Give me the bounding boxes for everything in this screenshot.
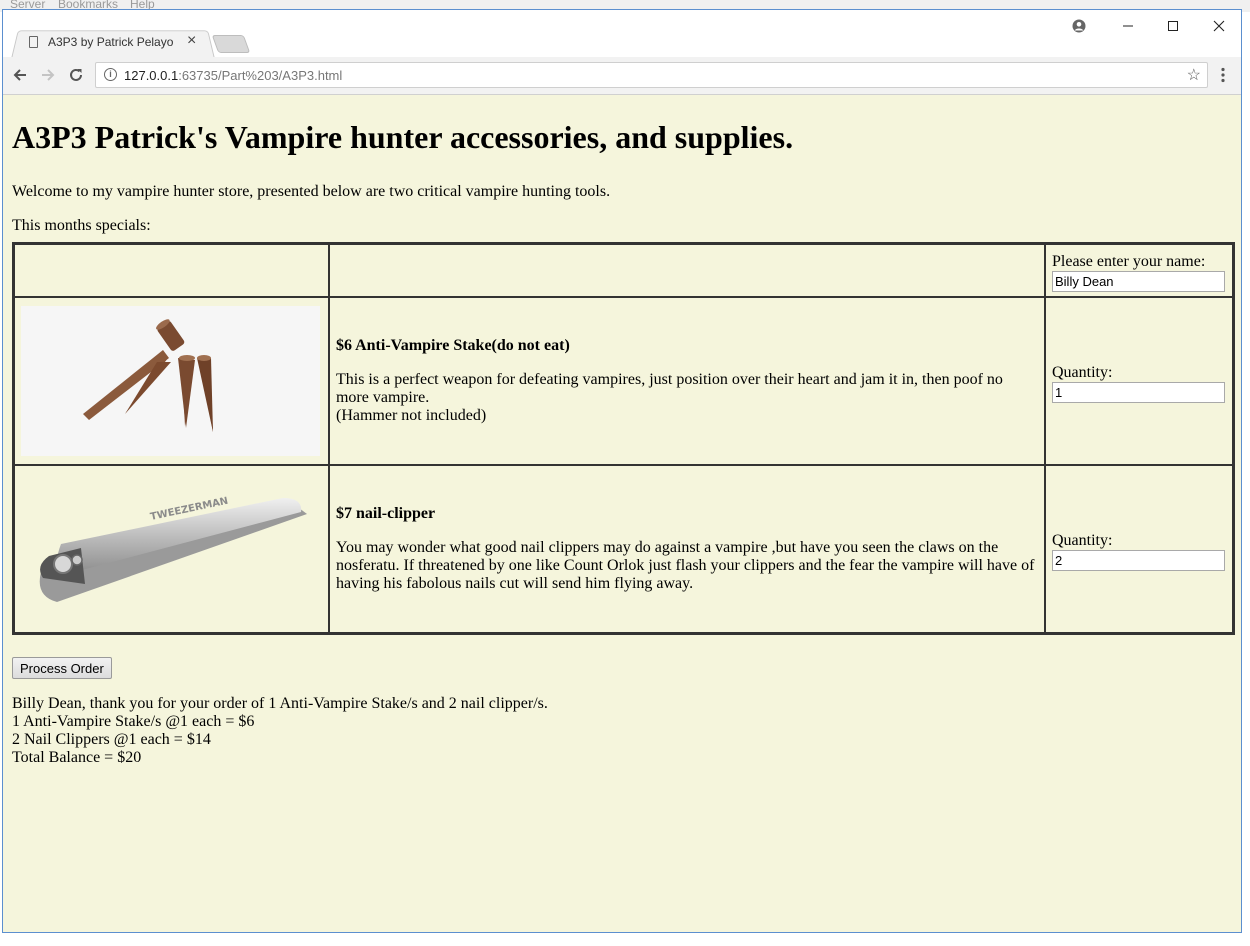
order-table: Please enter your name: Billy Dean $6 An… [12,242,1235,635]
summary-line: 2 Nail Clippers @1 each = $14 [12,731,211,748]
product-description: You may wonder what good nail clippers m… [335,539,1035,592]
product-title: $7 nail-clipper [335,505,436,522]
summary-line: Billy Dean, thank you for your order of … [12,695,548,712]
page-icon [29,36,38,48]
summary-line: Total Balance = $20 [12,749,142,766]
name-label: Please enter your name: [1052,253,1206,270]
close-window-button[interactable] [1199,14,1239,38]
browser-toolbar: i 127.0.0.1:63735/Part%203/A3P3.html ☆ [3,57,1241,95]
profile-icon[interactable] [1059,14,1099,38]
back-button[interactable] [9,64,31,86]
table-row: TWEEZERMAN $7 nail-clipper You may wonde… [14,465,1233,633]
summary-line: 1 Anti-Vampire Stake/s @1 each = $6 [12,713,255,730]
tab-title: A3P3 by Patrick Pelayo [48,35,174,49]
forward-button[interactable] [37,64,59,86]
welcome-text: Welcome to my vampire hunter store, pres… [12,183,611,200]
stake-image [21,306,320,456]
quantity-cell: Quantity: [1045,465,1233,633]
table-cell [328,244,1045,297]
quantity-label: Quantity: [1052,363,1113,381]
reload-button[interactable] [65,64,87,86]
table-row: Please enter your name: [14,244,1233,297]
name-cell: Please enter your name: [1045,244,1233,297]
quantity-label: Quantity: [1052,531,1113,549]
url-text: 127.0.0.1:63735/Part%203/A3P3.html [124,68,343,83]
specials-text: This months specials: [12,217,151,234]
title-bar: A3P3 by Patrick Pelayo × [3,10,1241,59]
process-order-button[interactable]: Process Order [12,657,112,679]
table-row: $6 Anti-Vampire Stake(do not eat) This i… [14,297,1233,465]
product-description: This is a perfect weapon for defeating v… [335,371,1003,424]
quantity-cell: Quantity: [1045,297,1233,465]
clipper-quantity-input[interactable] [1052,549,1225,571]
product-description-cell: $6 Anti-Vampire Stake(do not eat) This i… [328,297,1045,465]
product-image-cell [14,297,329,465]
name-input[interactable] [1052,271,1225,292]
page-viewport: A3P3 Patrick's Vampire hunter accessorie… [3,95,1241,932]
order-summary: Billy Dean, thank you for your order of … [12,695,548,767]
product-description-cell: $7 nail-clipper You may wonder what good… [328,465,1045,633]
stake-quantity-input[interactable] [1052,381,1225,403]
product-title: $6 Anti-Vampire Stake(do not eat) [335,337,570,354]
product-image-cell: TWEEZERMAN [14,465,329,633]
bookmark-star-icon[interactable]: ☆ [1187,65,1201,85]
new-tab-button[interactable] [211,35,251,53]
table-cell [14,244,329,297]
nail-clipper-image: TWEEZERMAN [21,474,320,624]
address-bar[interactable]: i 127.0.0.1:63735/Part%203/A3P3.html ☆ [95,62,1208,88]
tab-close-icon[interactable]: × [187,32,196,50]
minimize-button[interactable] [1108,14,1148,38]
maximize-button[interactable] [1153,14,1193,38]
browser-tab[interactable]: A3P3 by Patrick Pelayo × [21,32,209,54]
browser-menu-icon[interactable] [1217,64,1229,87]
browser-window: A3P3 by Patrick Pelayo × i 127.0.0.1:637… [2,9,1242,933]
info-icon[interactable]: i [104,68,117,81]
page-title: A3P3 Patrick's Vampire hunter accessorie… [12,119,794,155]
